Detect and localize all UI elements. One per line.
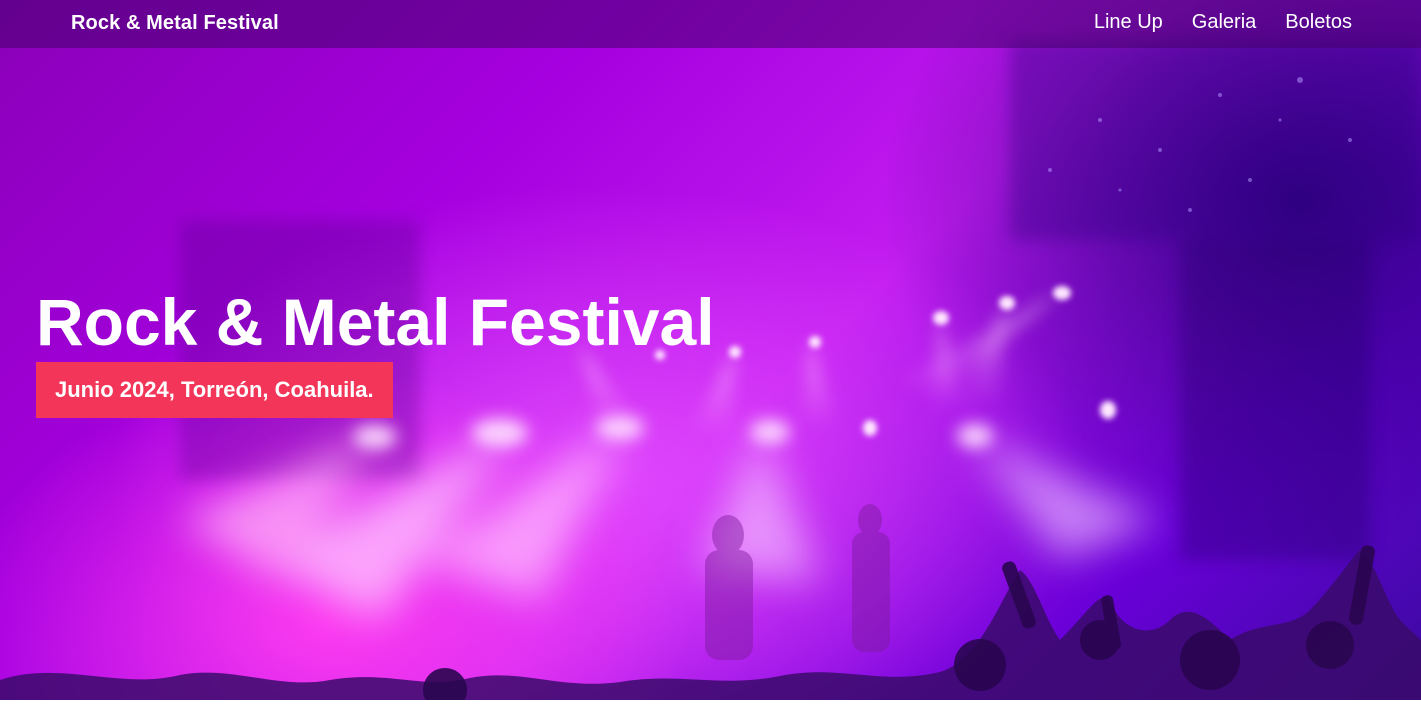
nav-links: Line Up Galeria Boletos — [1094, 11, 1352, 34]
brand-link[interactable]: Rock & Metal Festival — [71, 12, 279, 35]
hero-date-text: Junio 2024, Torreón, Coahuila. — [55, 377, 374, 402]
hero-date-badge: Junio 2024, Torreón, Coahuila. — [36, 362, 393, 418]
nav-link-galeria[interactable]: Galeria — [1192, 11, 1256, 34]
navbar: Rock & Metal Festival Line Up Galeria Bo… — [0, 0, 1421, 48]
nav-link-line-up[interactable]: Line Up — [1094, 11, 1163, 34]
hero-title: Rock & Metal Festival — [36, 285, 715, 359]
nav-link-boletos[interactable]: Boletos — [1285, 11, 1352, 34]
page: Rock & Metal Festival Line Up Galeria Bo… — [0, 0, 1421, 726]
